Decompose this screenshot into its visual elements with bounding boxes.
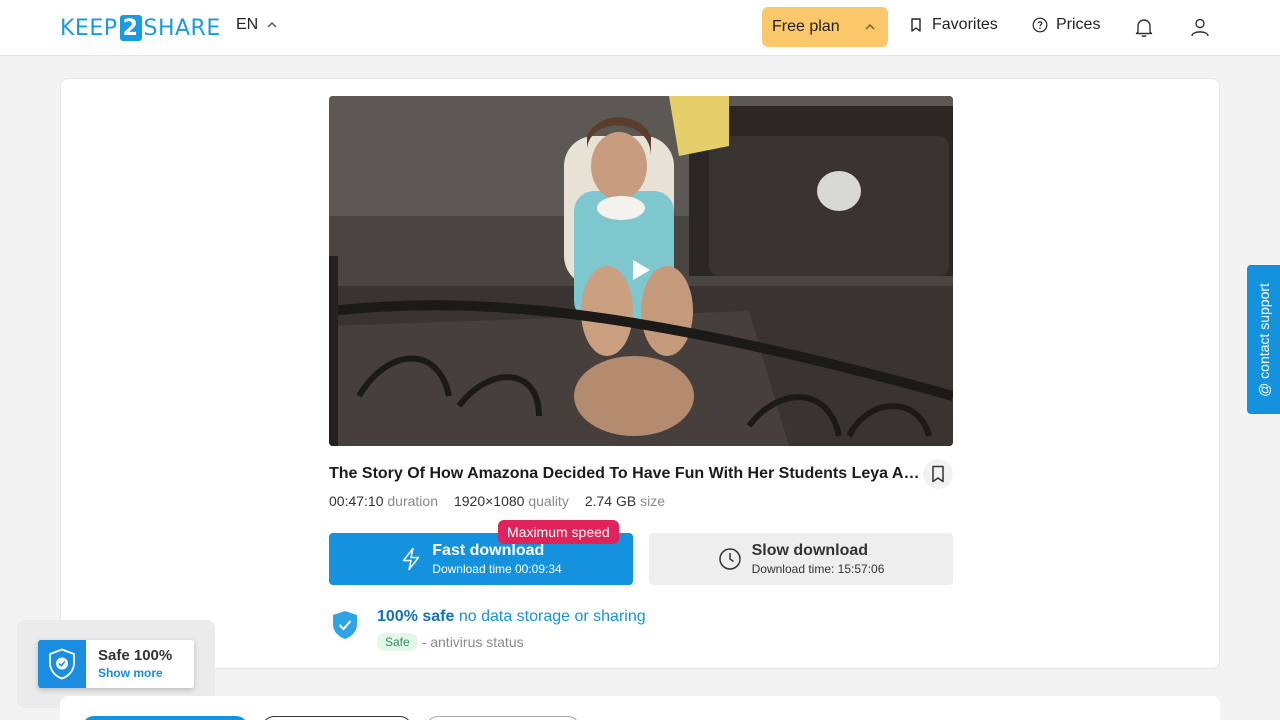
prices-label: Prices <box>1056 16 1101 33</box>
file-meta: 00:47:10 duration 1920×1080 quality 2.74… <box>329 493 665 509</box>
file-title: The Story Of How Amazona Decided To Have… <box>329 465 925 482</box>
quality-meta: 1920×1080 quality <box>454 493 569 509</box>
plan-label: Free plan <box>772 18 840 35</box>
quality-value: 1920×1080 <box>453 493 525 509</box>
prices-link[interactable]: Prices <box>1032 16 1100 34</box>
duration-label: duration <box>387 493 438 509</box>
slow-download-time: Download time: 15:57:06 <box>751 562 885 576</box>
add-to-favorites-button[interactable] <box>923 459 953 489</box>
safety-headline: 100% safe no data storage or sharing <box>377 608 646 626</box>
bookmark-icon <box>911 18 921 32</box>
tab-second[interactable] <box>262 716 412 720</box>
favorites-label: Favorites <box>932 16 998 33</box>
size-label: size <box>640 493 665 509</box>
fast-download-label: Fast download <box>432 542 545 559</box>
plan-dropdown-button[interactable]: Free plan <box>762 7 888 47</box>
bottom-panel <box>60 696 1220 720</box>
video-preview[interactable] <box>329 96 953 446</box>
safety-headline-rest: no data storage or sharing <box>458 608 646 625</box>
top-header: KEEP 2 SHARE EN Free plan Favorites Pric… <box>0 0 1280 56</box>
language-selector[interactable]: EN <box>236 16 278 34</box>
site-logo[interactable]: KEEP 2 SHARE <box>60 14 221 42</box>
play-icon[interactable] <box>631 259 651 281</box>
contact-support-tab[interactable]: @ contact support <box>1247 265 1280 414</box>
user-icon[interactable] <box>1189 16 1211 38</box>
file-card: The Story Of How Amazona Decided To Have… <box>60 78 1220 669</box>
help-circle-icon <box>1032 17 1048 33</box>
slow-download-button[interactable]: Slow download Download time: 15:57:06 <box>649 533 953 585</box>
duration-meta: 00:47:10 duration <box>329 493 438 509</box>
logo-text-left: KEEP <box>60 15 118 41</box>
quality-label: quality <box>528 493 569 509</box>
widget-shield <box>38 640 86 688</box>
tab-active[interactable] <box>82 716 248 720</box>
favorites-link[interactable]: Favorites <box>908 16 998 34</box>
clock-icon <box>718 548 741 570</box>
contact-support-label: @ contact support <box>1255 282 1272 397</box>
duration-value: 00:47:10 <box>329 493 384 509</box>
maximum-speed-badge: Maximum speed <box>498 520 619 544</box>
lightning-icon <box>403 547 420 571</box>
shield-check-icon <box>333 611 357 639</box>
logo-number: 2 <box>119 15 142 41</box>
size-meta: 2.74 GB size <box>585 493 665 509</box>
size-value: 2.74 GB <box>584 493 637 509</box>
safe-status-badge: Safe <box>377 633 418 651</box>
chevron-up-icon <box>267 22 277 28</box>
safety-headline-bold: 100% safe <box>377 608 455 625</box>
widget-show-more-link[interactable]: Show more <box>98 666 172 680</box>
antivirus-status-text: - antivirus status <box>421 634 524 650</box>
chevron-up-icon <box>865 24 875 30</box>
fast-download-time: Download time 00:09:34 <box>432 562 562 576</box>
widget-title: Safe 100% <box>98 647 173 664</box>
language-label: EN <box>236 16 259 33</box>
safe-widget[interactable]: Safe 100% Show more <box>38 640 194 688</box>
antivirus-status: Safe - antivirus status <box>377 633 524 651</box>
logo-text-right: SHARE <box>143 15 221 41</box>
tab-third[interactable] <box>426 716 580 720</box>
bookmark-icon <box>932 465 944 483</box>
slow-download-label: Slow download <box>751 542 869 559</box>
bell-icon[interactable] <box>1133 16 1155 38</box>
shield-check-icon <box>49 648 75 680</box>
